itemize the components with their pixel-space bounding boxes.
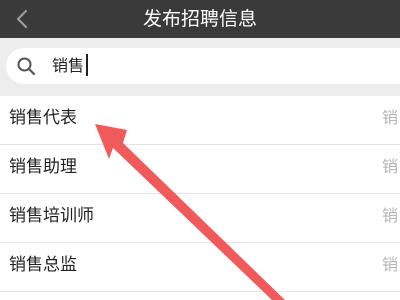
list-item-category: 销: [382, 206, 399, 225]
list-item[interactable]: 销售培训师 销: [0, 194, 400, 243]
page-title: 发布招聘信息: [142, 8, 257, 30]
top-navbar: 发布招聘信息: [0, 0, 400, 38]
suggestion-list: 销售代表 销 销售助理 销 销售培训师 销 销售总监 销: [0, 96, 400, 292]
search-input[interactable]: 销售: [52, 48, 88, 84]
search-input-value: 销售: [52, 56, 85, 75]
list-item-category: 销: [382, 255, 399, 274]
app-window: 发布招聘信息 销售 销售代表 销 销售助理 销 销售培训师 销 销售总监 销: [0, 0, 400, 300]
list-item[interactable]: 销售总监 销: [0, 243, 400, 292]
list-item-label: 销售培训师: [9, 206, 94, 226]
list-item[interactable]: 销售代表 销: [0, 96, 400, 145]
list-item-label: 销售助理: [9, 157, 77, 177]
search-field[interactable]: 销售: [6, 48, 400, 84]
list-item-label: 销售代表: [9, 108, 77, 128]
list-item[interactable]: 销售助理 销: [0, 145, 400, 194]
list-item-category: 销: [382, 108, 399, 127]
text-cursor: [86, 54, 88, 76]
list-item-label: 销售总监: [9, 255, 77, 275]
list-item-category: 销: [382, 157, 399, 176]
search-icon: [17, 57, 36, 76]
search-bar: 销售: [0, 38, 400, 96]
